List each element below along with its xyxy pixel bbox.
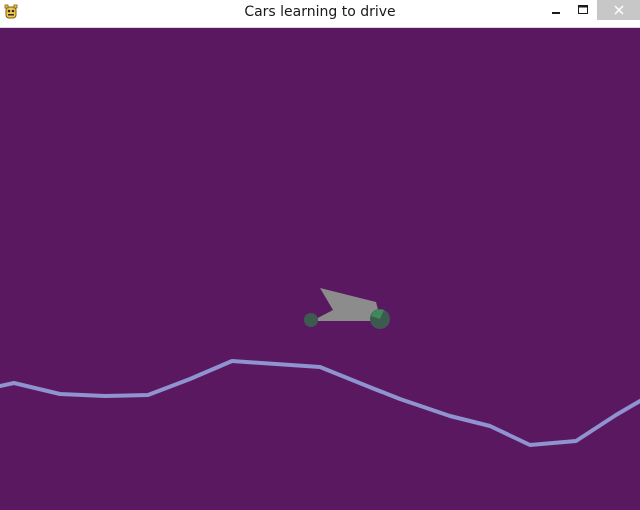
close-button[interactable] bbox=[597, 0, 640, 20]
terrain-line bbox=[0, 359, 640, 447]
rear-wheel bbox=[304, 313, 318, 327]
car bbox=[304, 288, 390, 329]
close-icon bbox=[613, 5, 624, 15]
pygame-snake-icon bbox=[3, 4, 19, 20]
game-scene bbox=[0, 288, 640, 447]
game-window: Cars learning to drive bbox=[0, 0, 640, 510]
maximize-icon bbox=[578, 5, 588, 14]
minimize-icon bbox=[552, 12, 560, 14]
minimize-button[interactable] bbox=[543, 0, 569, 20]
window-titlebar[interactable]: Cars learning to drive bbox=[0, 0, 640, 28]
game-canvas[interactable] bbox=[0, 28, 640, 510]
maximize-button[interactable] bbox=[570, 0, 596, 20]
